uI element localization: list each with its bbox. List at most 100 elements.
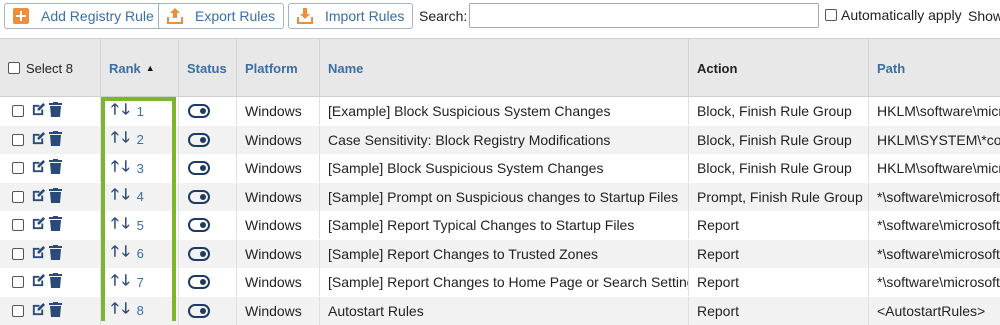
action-cell: Report <box>689 268 869 296</box>
row-select-checkbox[interactable] <box>12 162 24 174</box>
rank-value: 2 <box>137 132 144 147</box>
edit-icon[interactable] <box>31 273 46 291</box>
delete-icon[interactable] <box>49 188 62 206</box>
name-cell[interactable]: [Example] Block Suspicious System Change… <box>320 97 689 125</box>
rank-column-header[interactable]: Rank ▲ <box>101 39 179 97</box>
rank-cell: 🡑🡓7 <box>101 268 179 296</box>
name-cell[interactable]: [Sample] Report Changes to Home Page or … <box>320 268 689 296</box>
delete-icon[interactable] <box>49 302 62 320</box>
move-up-icon[interactable]: 🡑 <box>111 184 119 209</box>
move-up-icon[interactable]: 🡑 <box>111 99 119 124</box>
name-cell[interactable]: [Sample] Report Changes to Trusted Zones <box>320 240 689 268</box>
edit-icon[interactable] <box>31 302 46 320</box>
delete-icon[interactable] <box>49 273 62 291</box>
table-row: 🡑🡓7Windows[Sample] Report Changes to Hom… <box>0 268 1000 297</box>
status-toggle-icon[interactable] <box>188 275 210 289</box>
platform-cell: Windows <box>237 183 320 211</box>
move-up-icon[interactable]: 🡑 <box>111 298 119 323</box>
name-cell[interactable]: [Sample] Prompt on Suspicious changes to… <box>320 183 689 211</box>
edit-icon[interactable] <box>31 216 46 234</box>
name-cell[interactable]: Autostart Rules <box>320 297 689 325</box>
rank-cell: 🡑🡓 2 <box>101 126 179 154</box>
move-up-icon[interactable]: 🡑 <box>111 270 119 295</box>
auto-apply-toggle[interactable]: Automatically apply <box>825 7 962 23</box>
import-rules-button[interactable]: Import Rules <box>288 3 413 29</box>
platform-cell: Windows <box>237 126 320 154</box>
action-cell: Block, Finish Rule Group <box>689 126 869 154</box>
platform-header-label: Platform <box>245 61 298 76</box>
import-icon <box>295 6 315 26</box>
select-all-header[interactable]: Select 8 <box>0 39 101 97</box>
edit-icon[interactable] <box>31 131 46 149</box>
status-cell <box>179 126 237 154</box>
row-select-checkbox[interactable] <box>12 276 24 288</box>
delete-icon[interactable] <box>49 159 62 177</box>
status-toggle-icon[interactable] <box>188 304 210 318</box>
rank-value: 3 <box>137 161 144 176</box>
platform-column-header[interactable]: Platform <box>237 39 320 97</box>
status-toggle-icon[interactable] <box>188 161 210 175</box>
move-down-icon[interactable]: 🡓 <box>122 184 130 209</box>
export-rules-button[interactable]: Export Rules <box>158 3 284 29</box>
name-column-header[interactable]: Name <box>320 39 689 97</box>
auto-apply-checkbox[interactable] <box>825 9 837 21</box>
path-cell: HKLM\SYSTEM\*con <box>869 126 1000 154</box>
row-actions-cell <box>0 240 101 268</box>
import-rules-label: Import Rules <box>325 8 404 24</box>
search-input[interactable] <box>469 3 819 28</box>
rank-value: 5 <box>137 218 144 233</box>
action-cell: Block, Finish Rule Group <box>689 97 869 125</box>
edit-icon[interactable] <box>31 102 46 120</box>
path-column-header[interactable]: Path <box>869 39 1000 97</box>
delete-icon[interactable] <box>49 216 62 234</box>
edit-icon[interactable] <box>31 188 46 206</box>
select-all-checkbox[interactable] <box>8 62 20 74</box>
move-up-icon[interactable]: 🡑 <box>111 127 119 152</box>
status-column-header[interactable]: Status <box>179 39 237 97</box>
move-down-icon[interactable]: 🡓 <box>122 298 130 323</box>
move-down-icon[interactable]: 🡓 <box>122 213 130 238</box>
action-cell: Report <box>689 297 869 325</box>
status-cell <box>179 154 237 182</box>
name-cell[interactable]: Case Sensitivity: Block Registry Modific… <box>320 126 689 154</box>
move-up-icon[interactable]: 🡑 <box>111 156 119 181</box>
move-down-icon[interactable]: 🡓 <box>122 99 130 124</box>
edit-icon[interactable] <box>31 245 46 263</box>
platform-cell: Windows <box>237 297 320 325</box>
status-toggle-icon[interactable] <box>188 190 210 204</box>
platform-cell: Windows <box>237 211 320 239</box>
row-select-checkbox[interactable] <box>12 305 24 317</box>
status-cell <box>179 268 237 296</box>
row-actions-cell <box>0 97 101 125</box>
delete-icon[interactable] <box>49 245 62 263</box>
status-toggle-icon[interactable] <box>188 247 210 261</box>
delete-icon[interactable] <box>49 102 62 120</box>
action-cell: Block, Finish Rule Group <box>689 154 869 182</box>
add-registry-rule-button[interactable]: Add Registry Rule <box>4 3 163 29</box>
rank-cell: 🡑🡓4 <box>101 183 179 211</box>
move-down-icon[interactable]: 🡓 <box>122 127 130 152</box>
row-select-checkbox[interactable] <box>12 105 24 117</box>
move-up-icon[interactable]: 🡑 <box>111 213 119 238</box>
row-select-checkbox[interactable] <box>12 134 24 146</box>
status-toggle-icon[interactable] <box>188 104 210 118</box>
path-cell: HKLM\software\micr <box>869 154 1000 182</box>
name-cell[interactable]: [Sample] Block Suspicious System Changes <box>320 154 689 182</box>
status-toggle-icon[interactable] <box>188 218 210 232</box>
path-cell: *\software\microsoft <box>869 183 1000 211</box>
name-cell[interactable]: [Sample] Report Typical Changes to Start… <box>320 211 689 239</box>
move-up-icon[interactable]: 🡑 <box>111 241 119 266</box>
delete-icon[interactable] <box>49 131 62 149</box>
row-select-checkbox[interactable] <box>12 248 24 260</box>
status-toggle-icon[interactable] <box>188 133 210 147</box>
name-header-label: Name <box>328 61 363 76</box>
edit-icon[interactable] <box>31 159 46 177</box>
row-select-checkbox[interactable] <box>12 191 24 203</box>
table-header: Select 8 Rank ▲ Status Platform Name Act… <box>0 38 1000 97</box>
path-cell: <AutostartRules> <box>869 297 1000 325</box>
move-down-icon[interactable]: 🡓 <box>122 156 130 181</box>
move-down-icon[interactable]: 🡓 <box>122 270 130 295</box>
move-down-icon[interactable]: 🡓 <box>122 241 130 266</box>
row-select-checkbox[interactable] <box>12 219 24 231</box>
export-icon <box>165 6 185 26</box>
